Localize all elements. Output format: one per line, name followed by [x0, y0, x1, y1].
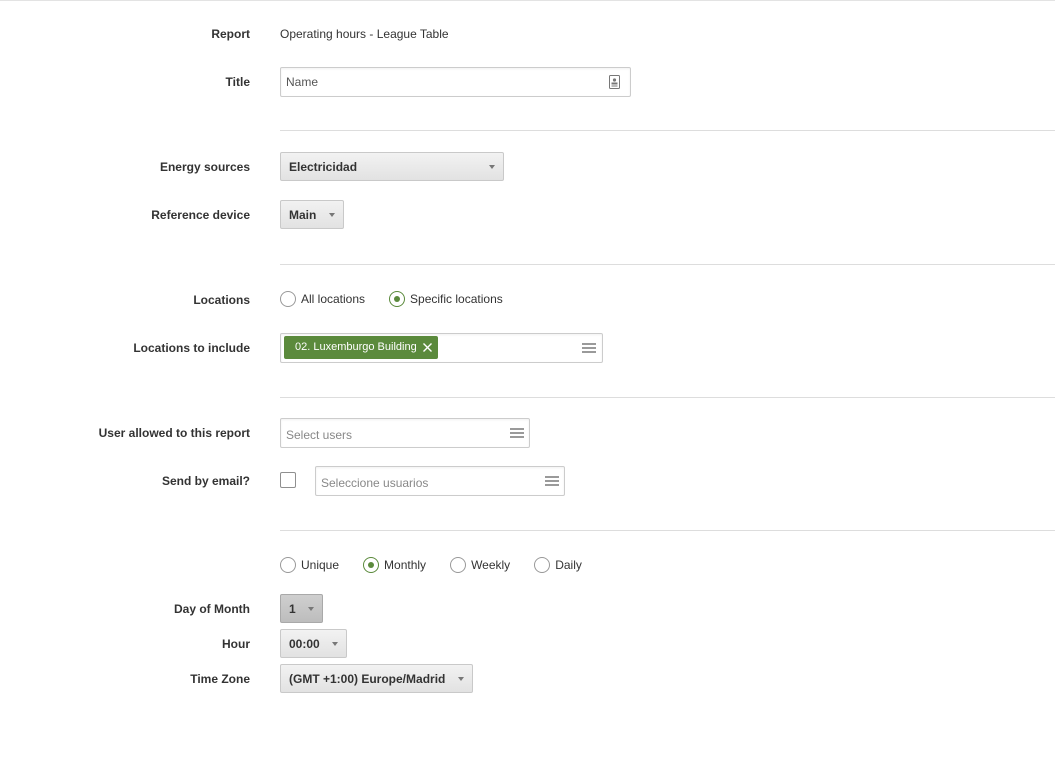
radio-daily[interactable]: Daily: [534, 557, 582, 573]
radio-unique[interactable]: Unique: [280, 557, 339, 573]
radio-label: Unique: [301, 558, 340, 572]
time-zone-value: (GMT +1:00) Europe/Madrid: [289, 672, 446, 686]
locations-label: Locations: [193, 293, 250, 307]
energy-sources-select[interactable]: Electricidad: [280, 152, 504, 181]
list-icon[interactable]: [545, 476, 559, 486]
day-of-month-label: Day of Month: [174, 602, 250, 616]
location-tag: 02. Luxemburgo Building: [284, 336, 438, 359]
chevron-down-icon: [332, 642, 338, 646]
top-border: [0, 0, 1055, 1]
radio-button[interactable]: [363, 557, 380, 573]
hour-value: 00:00: [289, 637, 320, 651]
radio-monthly[interactable]: Monthly: [363, 557, 426, 573]
radio-label: All locations: [301, 292, 366, 306]
title-input-value: Name: [286, 75, 319, 89]
reference-device-value: Main: [289, 208, 317, 222]
locations-radio-group: All locations Specific locations: [280, 291, 527, 307]
day-of-month-value: 1: [289, 602, 296, 616]
chevron-down-icon: [489, 165, 495, 169]
section-divider: [280, 530, 1055, 531]
radio-button[interactable]: [534, 557, 551, 573]
radio-button[interactable]: [389, 291, 406, 307]
radio-label: Monthly: [384, 558, 427, 572]
locations-multiselect[interactable]: 02. Luxemburgo Building: [280, 333, 603, 363]
day-of-month-select[interactable]: 1: [280, 594, 323, 623]
report-value: Operating hours - League Table: [280, 27, 449, 41]
radio-label: Daily: [555, 558, 582, 572]
radio-button[interactable]: [280, 557, 296, 573]
energy-sources-value: Electricidad: [289, 160, 358, 174]
reference-device-label: Reference device: [151, 208, 250, 222]
location-tag-label: 02. Luxemburgo Building: [295, 341, 417, 353]
list-icon[interactable]: [582, 343, 596, 353]
send-by-email-checkbox[interactable]: [280, 472, 296, 488]
radio-label: Weekly: [471, 558, 511, 572]
email-users-placeholder: Seleccione usuarios: [321, 476, 429, 490]
users-allowed-label: User allowed to this report: [98, 426, 250, 440]
time-zone-select[interactable]: (GMT +1:00) Europe/Madrid: [280, 664, 473, 693]
email-users-select[interactable]: Seleccione usuarios: [315, 466, 565, 496]
section-divider: [280, 397, 1055, 398]
contact-card-icon[interactable]: [609, 75, 620, 89]
time-zone-label: Time Zone: [190, 672, 250, 686]
radio-all-locations[interactable]: All locations: [280, 291, 365, 307]
frequency-radio-group: Unique Monthly Weekly Daily: [280, 557, 606, 573]
radio-button[interactable]: [280, 291, 296, 307]
title-input[interactable]: Name: [280, 67, 631, 97]
reference-device-select[interactable]: Main: [280, 200, 344, 229]
chevron-down-icon: [308, 607, 314, 611]
title-label: Title: [225, 75, 250, 89]
section-divider: [280, 130, 1055, 131]
hour-label: Hour: [222, 637, 250, 651]
chevron-down-icon: [458, 677, 464, 681]
report-label: Report: [211, 27, 250, 41]
radio-label: Specific locations: [410, 292, 503, 306]
hour-select[interactable]: 00:00: [280, 629, 347, 658]
users-allowed-select[interactable]: Select users: [280, 418, 530, 448]
list-icon[interactable]: [510, 428, 524, 438]
chevron-down-icon: [329, 213, 335, 217]
close-icon[interactable]: [422, 342, 433, 353]
radio-button[interactable]: [450, 557, 467, 573]
send-by-email-label: Send by email?: [161, 474, 250, 488]
locations-to-include-label: Locations to include: [133, 341, 250, 355]
radio-specific-locations[interactable]: Specific locations: [389, 291, 503, 307]
radio-weekly[interactable]: Weekly: [450, 557, 510, 573]
section-divider: [280, 264, 1055, 265]
users-allowed-placeholder: Select users: [286, 428, 353, 442]
energy-sources-label: Energy sources: [159, 160, 250, 174]
